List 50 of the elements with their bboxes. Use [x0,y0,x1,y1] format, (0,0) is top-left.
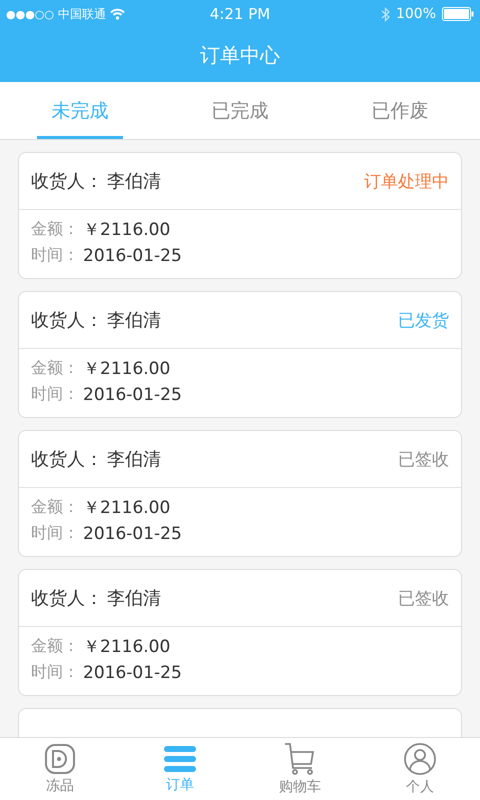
order-card[interactable]: 收货人： 李伯清 已签收 金额： ￥2116.00 时间： 2016-01-25 [18,569,462,696]
consignee-name: 李伯清 [107,587,161,610]
amount-label: 金额： [31,358,79,379]
order-date: 2016-01-25 [83,246,182,266]
nav-tab[interactable]: 订单 [120,738,240,800]
amount-label: 金额： [31,636,79,657]
menu-icon [163,744,197,774]
time-label: 时间： [31,384,79,405]
amount-label: 金额： [31,497,79,518]
order-amount: ￥2116.00 [83,219,170,241]
nav-tab[interactable]: 冻品 [0,738,120,800]
order-card[interactable]: 收货人： 李伯清 已发货 金额： ￥2116.00 时间： 2016-01-25 [18,291,462,418]
consignee-label: 收货人： [31,587,103,610]
consignee-label: 收货人： [31,170,103,193]
consignee-name: 李伯清 [107,448,161,471]
battery-percent: 100% [396,6,436,22]
nav-tab[interactable]: 购物车 [240,738,360,800]
order-date: 2016-01-25 [83,384,182,404]
time-label: 时间： [31,662,79,683]
order-status: 已发货 [398,310,449,332]
battery-icon [442,7,474,21]
order-status: 已签收 [398,588,449,610]
tab[interactable]: 未完成 [37,98,123,139]
consignee-label: 收货人： [31,448,103,471]
amount-label: 金额： [31,219,79,240]
order-date: 2016-01-25 [83,662,182,682]
order-amount: ￥2116.00 [83,636,170,658]
order-card[interactable]: 收货人： 李伯清 订单处理中 金额： ￥2116.00 时间： 2016-01-25 [18,152,462,279]
consignee-name: 李伯清 [107,309,161,332]
order-date: 2016-01-25 [83,524,182,544]
user-icon [403,742,437,776]
order-amount: ￥2116.00 [83,497,170,519]
carrier-name: 中国联通 [58,6,106,22]
order-status: 已签收 [398,448,449,470]
clock-time: 4:21 PM [210,5,270,23]
consignee-label: 收货人： [31,309,103,332]
bluetooth-icon [380,6,390,22]
nav-tab[interactable]: 个人 [360,738,480,800]
order-status: 订单处理中 [364,170,449,192]
time-label: 时间： [31,245,79,266]
tab[interactable]: 已作废 [357,98,443,139]
signal-strength: ●●●○○ [6,8,54,20]
tab[interactable]: 已完成 [197,98,283,139]
time-label: 时间： [31,523,79,544]
cart-icon [283,742,317,776]
wifi-icon [110,8,125,20]
consignee-name: 李伯清 [107,170,161,193]
order-card[interactable]: 收货人： 李伯清 已签收 金额： ￥2116.00 时间： 2016-01-25 [18,430,462,557]
page-title: 订单中心 [200,42,280,68]
order-amount: ￥2116.00 [83,358,170,380]
